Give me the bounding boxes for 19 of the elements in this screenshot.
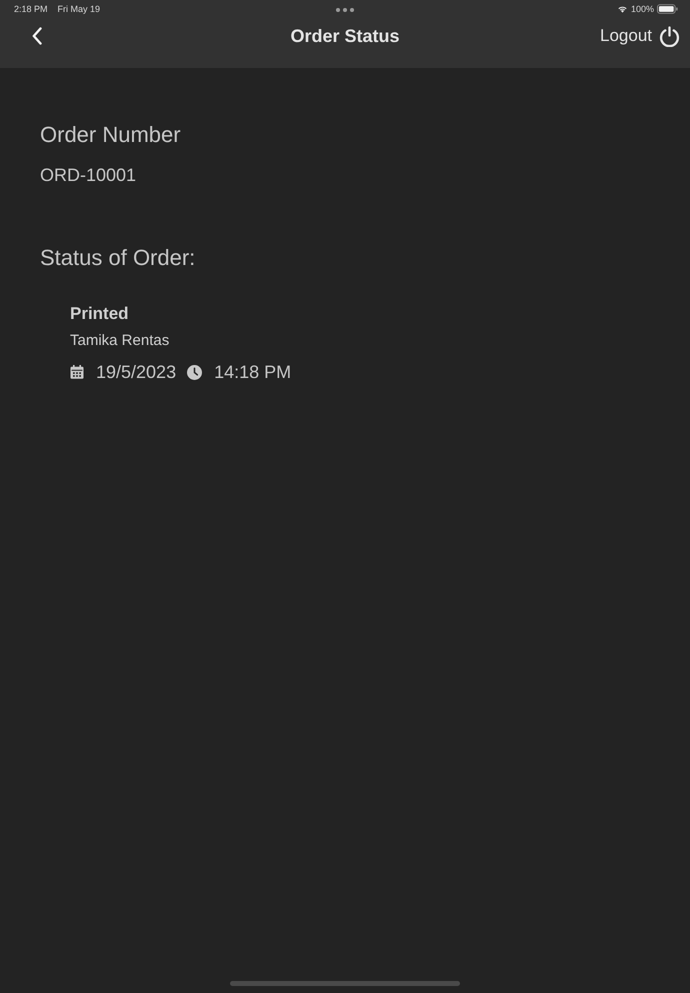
status-date: Fri May 19 [58, 4, 100, 14]
clock-icon [187, 364, 202, 380]
logout-button[interactable]: Logout [600, 26, 680, 46]
status-heading: Status of Order: [40, 245, 196, 271]
page-title: Order Status [290, 26, 400, 46]
calendar-icon [70, 365, 84, 379]
status-time: 2:18 PM [14, 4, 48, 14]
user-name: Tamika Rentas [70, 332, 170, 350]
order-number: ORD-10001 [40, 164, 136, 186]
order-number-label: Order Number [40, 122, 181, 148]
chevron-left-icon [32, 27, 42, 45]
status-time: 14:18 PM [214, 361, 292, 383]
multitasking-dots-icon[interactable] [336, 8, 354, 12]
wifi-icon [616, 5, 628, 13]
power-icon [659, 26, 680, 46]
status-name: Printed [70, 304, 129, 324]
battery-percentage: 100% [630, 4, 654, 14]
battery-icon [657, 4, 678, 14]
status-date: 19/5/2023 [96, 361, 176, 383]
